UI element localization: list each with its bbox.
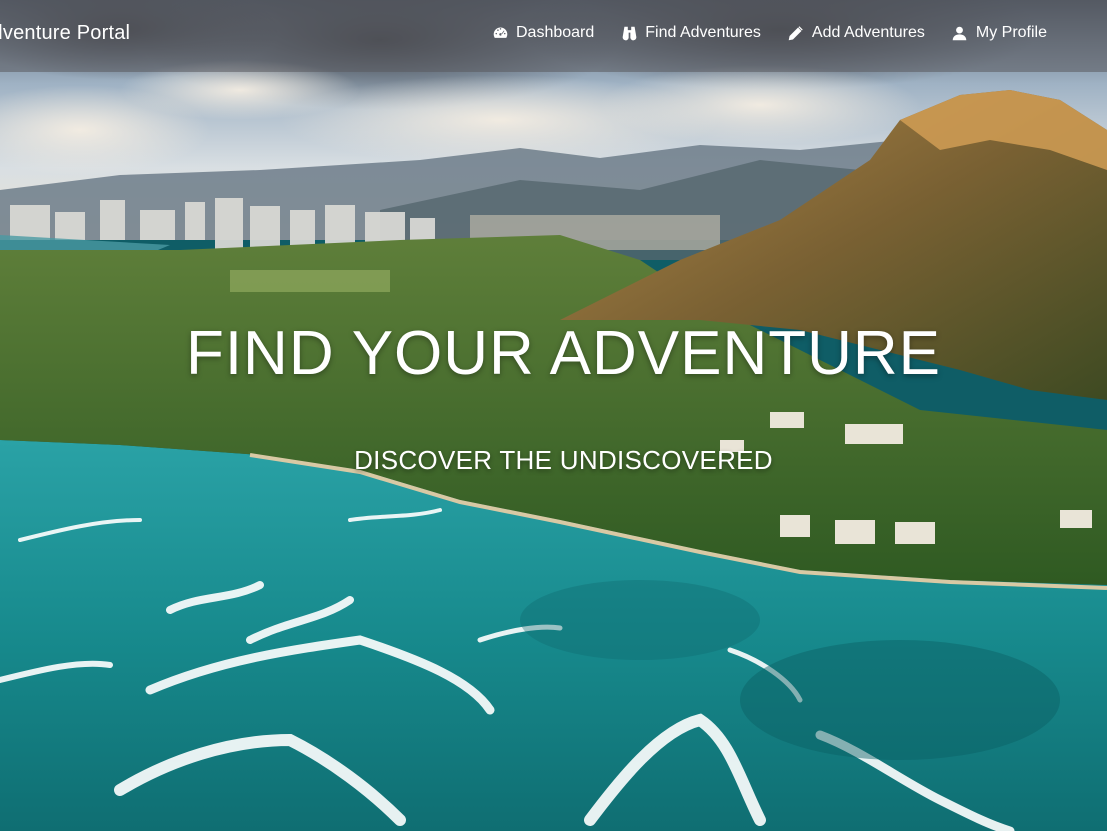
dashboard-icon — [491, 24, 509, 42]
hero-background-image — [0, 0, 1107, 831]
user-icon — [951, 24, 969, 42]
nav-dashboard-link[interactable]: Dashboard — [491, 24, 594, 42]
nav-dashboard-label: Dashboard — [516, 24, 595, 41]
hero-title: FIND YOUR ADVENTURE — [185, 319, 942, 388]
top-navbar: Adventure Portal Dashboard Find Adventur… — [0, 0, 1107, 72]
nav-my-profile-label: My Profile — [975, 24, 1047, 41]
nav-links: Dashboard Find Adventures Add Adventures… — [491, 24, 1073, 42]
nav-find-adventures-label: Find Adventures — [645, 24, 761, 41]
nav-my-profile-link[interactable]: My Profile — [951, 24, 1047, 42]
brand-logo-link[interactable]: Adventure Portal — [0, 22, 130, 45]
pencil-icon — [787, 24, 805, 42]
binoculars-icon — [620, 24, 638, 42]
hero-subtitle: DISCOVER THE UNDISCOVERED — [354, 445, 773, 475]
nav-add-adventures-label: Add Adventures — [811, 24, 925, 41]
nav-find-adventures-link[interactable]: Find Adventures — [620, 24, 761, 42]
nav-add-adventures-link[interactable]: Add Adventures — [787, 24, 925, 42]
